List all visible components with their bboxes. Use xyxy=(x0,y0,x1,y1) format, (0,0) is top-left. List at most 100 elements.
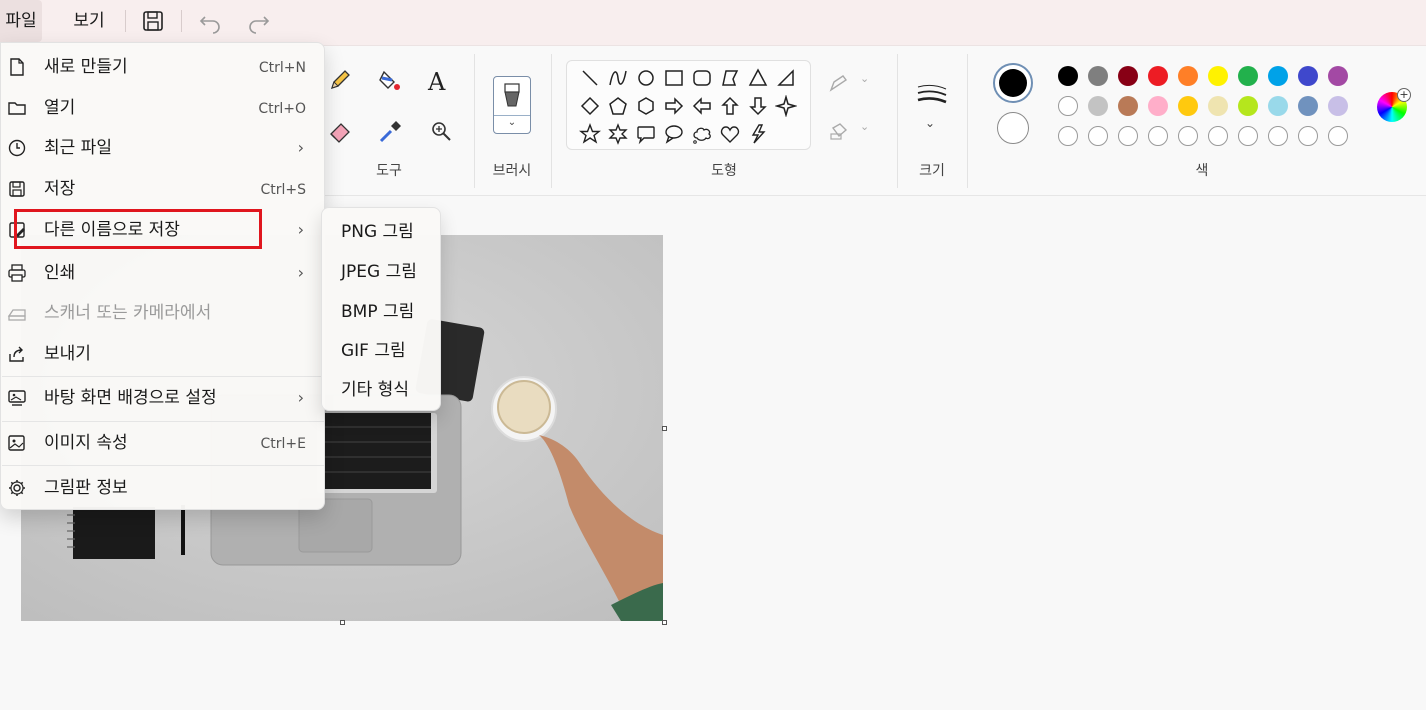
pencil-icon[interactable] xyxy=(326,66,354,94)
rectangle-shape-icon[interactable] xyxy=(663,67,685,89)
color-swatch[interactable] xyxy=(1118,96,1138,116)
text-icon[interactable]: A xyxy=(428,68,456,96)
menu-item-open[interactable]: 열기 Ctrl+O xyxy=(1,90,324,126)
menu-item-save[interactable]: 저장 Ctrl+S xyxy=(1,171,324,207)
view-menu-button[interactable]: 보기 xyxy=(66,0,112,42)
color-swatch[interactable] xyxy=(1328,96,1348,116)
menu-item-new[interactable]: 새로 만들기 Ctrl+N xyxy=(1,49,324,85)
line-shape-icon[interactable] xyxy=(579,67,601,89)
custom-color-slot[interactable] xyxy=(1238,126,1258,146)
menu-item-label: 저장 xyxy=(44,179,76,199)
custom-color-slot[interactable] xyxy=(1298,126,1318,146)
submenu-item-label: PNG 그림 xyxy=(341,222,414,242)
chevron-down-icon[interactable]: ⌄ xyxy=(860,72,869,85)
color-swatch[interactable] xyxy=(1088,96,1108,116)
submenu-item-jpeg[interactable]: JPEG 그림 xyxy=(322,254,440,290)
color2-button[interactable] xyxy=(997,112,1029,144)
pentagon-shape-icon[interactable] xyxy=(607,95,629,117)
color-picker-icon[interactable] xyxy=(376,118,404,146)
menu-item-recent[interactable]: 최근 파일 › xyxy=(1,130,324,166)
color-swatch[interactable] xyxy=(1208,66,1228,86)
right-arrow-shape-icon[interactable] xyxy=(663,95,685,117)
custom-color-slot[interactable] xyxy=(1118,126,1138,146)
color-swatch[interactable] xyxy=(1178,66,1198,86)
color-swatch[interactable] xyxy=(1208,96,1228,116)
menu-item-share[interactable]: 보내기 xyxy=(1,336,324,372)
resize-handle[interactable] xyxy=(340,620,345,625)
ribbon-separator xyxy=(551,54,552,188)
down-arrow-shape-icon[interactable] xyxy=(747,95,769,117)
curve-shape-icon[interactable] xyxy=(607,67,629,89)
edit-colors-button[interactable]: + xyxy=(1377,88,1411,122)
color-swatch[interactable] xyxy=(1178,96,1198,116)
submenu-item-png[interactable]: PNG 그림 xyxy=(322,214,440,250)
menu-item-about[interactable]: 그림판 정보 xyxy=(1,470,324,506)
undo-icon[interactable] xyxy=(197,8,223,34)
left-arrow-shape-icon[interactable] xyxy=(691,95,713,117)
chevron-right-icon: › xyxy=(297,220,304,239)
fill-shape-icon[interactable] xyxy=(828,120,852,142)
custom-color-slot[interactable] xyxy=(1178,126,1198,146)
size-group-label: 크기 xyxy=(919,163,945,179)
heart-shape-icon[interactable] xyxy=(719,123,741,145)
diamond-shape-icon[interactable] xyxy=(579,95,601,117)
custom-color-slot[interactable] xyxy=(1088,126,1108,146)
color-swatch[interactable] xyxy=(1088,66,1108,86)
color-swatch[interactable] xyxy=(1268,66,1288,86)
six-point-star-shape-icon[interactable] xyxy=(607,123,629,145)
cloud-callout-shape-icon[interactable] xyxy=(691,123,713,145)
color-swatch[interactable] xyxy=(1298,66,1318,86)
up-arrow-shape-icon[interactable] xyxy=(719,95,741,117)
menu-item-image-properties[interactable]: 이미지 속성 Ctrl+E xyxy=(1,425,324,461)
lightning-shape-icon[interactable] xyxy=(747,123,769,145)
chevron-down-icon[interactable]: ⌄ xyxy=(860,120,869,133)
rounded-rectangle-shape-icon[interactable] xyxy=(691,67,713,89)
color-swatch[interactable] xyxy=(1328,66,1348,86)
color-swatch[interactable] xyxy=(1058,96,1078,116)
menu-bar: 파일 보기 xyxy=(0,0,1426,46)
resize-handle[interactable] xyxy=(662,620,667,625)
color-swatch[interactable] xyxy=(1148,66,1168,86)
save-icon[interactable] xyxy=(140,8,166,34)
fill-icon[interactable] xyxy=(376,66,404,94)
custom-color-slot[interactable] xyxy=(1328,126,1348,146)
color-swatch[interactable] xyxy=(1298,96,1318,116)
color-swatch[interactable] xyxy=(1148,96,1168,116)
file-menu-button[interactable]: 파일 xyxy=(0,0,42,42)
custom-color-slot[interactable] xyxy=(1148,126,1168,146)
triangle-shape-icon[interactable] xyxy=(747,67,769,89)
size-icon[interactable] xyxy=(916,84,948,108)
color-swatch[interactable] xyxy=(1238,66,1258,86)
five-point-star-shape-icon[interactable] xyxy=(579,123,601,145)
custom-color-slot[interactable] xyxy=(1058,126,1078,146)
four-point-star-shape-icon[interactable] xyxy=(775,95,797,117)
hexagon-shape-icon[interactable] xyxy=(635,95,657,117)
custom-color-slot[interactable] xyxy=(1268,126,1288,146)
color-swatch[interactable] xyxy=(1058,66,1078,86)
right-triangle-shape-icon[interactable] xyxy=(775,67,797,89)
custom-color-slot[interactable] xyxy=(1208,126,1228,146)
chevron-down-icon[interactable]: ⌄ xyxy=(925,116,935,130)
oval-callout-shape-icon[interactable] xyxy=(663,123,685,145)
outline-icon[interactable] xyxy=(828,72,852,94)
resize-handle[interactable] xyxy=(662,426,667,431)
chevron-right-icon: › xyxy=(297,263,304,282)
redo-icon[interactable] xyxy=(246,8,272,34)
menu-item-set-desktop-background[interactable]: 바탕 화면 배경으로 설정 › xyxy=(1,380,324,416)
magnifier-icon[interactable] xyxy=(428,118,456,146)
color1-button[interactable] xyxy=(993,63,1033,103)
submenu-item-gif[interactable]: GIF 그림 xyxy=(322,333,440,369)
submenu-item-other-formats[interactable]: 기타 형식 xyxy=(322,372,440,408)
color-swatch[interactable] xyxy=(1268,96,1288,116)
rounded-callout-shape-icon[interactable] xyxy=(635,123,657,145)
menu-item-print[interactable]: 인쇄 › xyxy=(1,255,324,291)
oval-shape-icon[interactable] xyxy=(635,67,657,89)
menu-item-save-as[interactable]: 다른 이름으로 저장 › xyxy=(1,212,324,248)
brushes-button[interactable]: ⌄ xyxy=(493,76,531,134)
color-swatch[interactable] xyxy=(1238,96,1258,116)
polygon-shape-icon[interactable] xyxy=(719,67,741,89)
submenu-item-bmp[interactable]: BMP 그림 xyxy=(322,294,440,330)
color-swatch[interactable] xyxy=(1118,66,1138,86)
menu-divider xyxy=(2,421,324,422)
eraser-icon[interactable] xyxy=(326,118,354,146)
